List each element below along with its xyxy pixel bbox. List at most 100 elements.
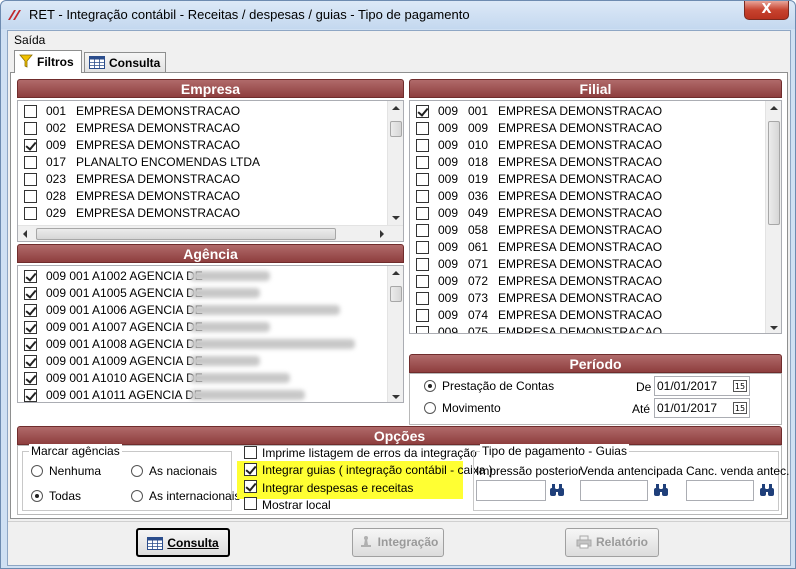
empresa-checkbox[interactable] (24, 173, 37, 186)
empresa-name: EMPRESA DEMONSTRACAO (76, 121, 241, 135)
filial-row[interactable]: 009 018 EMPRESA DEMONSTRACAO (410, 153, 781, 170)
chk-imprime[interactable] (244, 446, 257, 459)
chk-local-label: Mostrar local (262, 498, 331, 512)
agencia-checkbox[interactable] (24, 304, 37, 317)
chk-despesas[interactable] (244, 480, 257, 493)
filial-row[interactable]: 009 071 EMPRESA DEMONSTRACAO (410, 255, 781, 272)
binoculars-icon[interactable] (549, 483, 565, 497)
radio-todas[interactable] (31, 490, 43, 502)
close-button[interactable]: X (744, 1, 789, 20)
filter-icon (19, 54, 33, 68)
filial-emp: 009 (438, 223, 459, 237)
filial-row[interactable]: 009 072 EMPRESA DEMONSTRACAO (410, 272, 781, 289)
filial-row[interactable]: 009 019 EMPRESA DEMONSTRACAO (410, 170, 781, 187)
filial-row[interactable]: 009 058 EMPRESA DEMONSTRACAO (410, 221, 781, 238)
agencia-row[interactable]: 009 001 A1002 AGENCIA DE (18, 267, 403, 284)
empresa-code: 002 (46, 121, 67, 135)
agencia-vscroll[interactable] (387, 266, 403, 402)
empresa-checkbox[interactable] (24, 207, 37, 220)
tab-consulta[interactable]: Consulta (84, 52, 166, 73)
agencia-checkbox[interactable] (24, 372, 37, 385)
integracao-button[interactable]: Integração (352, 528, 444, 557)
radio-internacionais[interactable] (131, 490, 143, 502)
empresa-checkbox[interactable] (24, 190, 37, 203)
filial-vscroll[interactable] (765, 101, 781, 333)
agencia-row[interactable]: 009 001 A1011 AGENCIA DE (18, 386, 403, 402)
filial-row[interactable]: 009 074 EMPRESA DEMONSTRACAO (410, 306, 781, 323)
empresa-row[interactable]: 017 PLANALTO ENCOMENDAS LTDA (18, 153, 403, 170)
consulta-button[interactable]: Consulta (136, 528, 230, 557)
binoculars-icon[interactable] (759, 483, 775, 497)
redacted-text (190, 390, 305, 400)
empresa-vscroll[interactable] (387, 101, 403, 225)
filial-checkbox[interactable] (416, 190, 429, 203)
chk-imprime-label: Imprime listagem de erros da integração (262, 446, 477, 460)
calendar-de-icon[interactable]: 15 (733, 380, 747, 392)
filial-row[interactable]: 009 061 EMPRESA DEMONSTRACAO (410, 238, 781, 255)
agencia-checkbox[interactable] (24, 287, 37, 300)
date-ate-input[interactable]: 01/01/2017 15 (654, 398, 750, 418)
filial-checkbox[interactable] (416, 105, 429, 118)
filial-row[interactable]: 009 001 EMPRESA DEMONSTRACAO (410, 102, 781, 119)
impressao-label: Impressão posterior (476, 464, 583, 478)
filial-checkbox[interactable] (416, 139, 429, 152)
filial-checkbox[interactable] (416, 258, 429, 271)
impressao-input[interactable] (476, 480, 546, 501)
radio-nenhuma[interactable] (31, 465, 43, 477)
date-de-input[interactable]: 01/01/2017 15 (654, 376, 750, 396)
empresa-hscroll[interactable] (18, 225, 403, 241)
filial-row[interactable]: 009 075 EMPRESA DEMONSTRACAO (410, 323, 781, 333)
agencia-row[interactable]: 009 001 A1005 AGENCIA DE (18, 284, 403, 301)
empresa-row[interactable]: 028 EMPRESA DEMONSTRACAO (18, 187, 403, 204)
empresa-row[interactable]: 009 EMPRESA DEMONSTRACAO (18, 136, 403, 153)
agencia-row[interactable]: 009 001 A1007 AGENCIA DE (18, 318, 403, 335)
filial-row[interactable]: 009 010 EMPRESA DEMONSTRACAO (410, 136, 781, 153)
empresa-checkbox[interactable] (24, 122, 37, 135)
agencia-checkbox[interactable] (24, 338, 37, 351)
agencia-row[interactable]: 009 001 A1010 AGENCIA DE (18, 369, 403, 386)
empresa-checkbox[interactable] (24, 156, 37, 169)
empresa-row[interactable]: 001 EMPRESA DEMONSTRACAO (18, 102, 403, 119)
radio-prestacao[interactable] (424, 380, 436, 392)
radio-movimento[interactable] (424, 402, 436, 414)
agencia-row[interactable]: 009 001 A1006 AGENCIA DE (18, 301, 403, 318)
agencia-row[interactable]: 009 001 A1008 AGENCIA DE (18, 335, 403, 352)
filial-row[interactable]: 009 036 EMPRESA DEMONSTRACAO (410, 187, 781, 204)
empresa-row[interactable]: 023 EMPRESA DEMONSTRACAO (18, 170, 403, 187)
empresa-row[interactable]: 002 EMPRESA DEMONSTRACAO (18, 119, 403, 136)
agencia-row[interactable]: 009 001 A1009 AGENCIA DE (18, 352, 403, 369)
agencia-checkbox[interactable] (24, 389, 37, 402)
tab-filtros[interactable]: Filtros (14, 50, 82, 73)
empresa-checkbox[interactable] (24, 139, 37, 152)
integracao-button-label: Integração (377, 535, 439, 549)
filial-checkbox[interactable] (416, 275, 429, 288)
filial-code: 010 (468, 138, 489, 152)
agencia-checkbox[interactable] (24, 270, 37, 283)
filial-checkbox[interactable] (416, 292, 429, 305)
binoculars-icon[interactable] (653, 483, 669, 497)
printer-icon (576, 535, 592, 549)
venda-input[interactable] (580, 480, 648, 501)
agencia-checkbox[interactable] (24, 355, 37, 368)
filial-checkbox[interactable] (416, 173, 429, 186)
filial-row[interactable]: 009 049 EMPRESA DEMONSTRACAO (410, 204, 781, 221)
filial-row[interactable]: 009 009 EMPRESA DEMONSTRACAO (410, 119, 781, 136)
filial-checkbox[interactable] (416, 207, 429, 220)
filial-row[interactable]: 009 073 EMPRESA DEMONSTRACAO (410, 289, 781, 306)
calendar-ate-icon[interactable]: 15 (733, 402, 747, 414)
filial-checkbox[interactable] (416, 309, 429, 322)
menu-saida[interactable]: Saída (14, 33, 45, 47)
empresa-row[interactable]: 029 EMPRESA DEMONSTRACAO (18, 204, 403, 221)
filial-checkbox[interactable] (416, 224, 429, 237)
relatorio-button[interactable]: Relatório (565, 528, 659, 557)
radio-nacionais[interactable] (131, 465, 143, 477)
chk-guias[interactable] (244, 463, 257, 476)
canc-input[interactable] (686, 480, 754, 501)
chk-local[interactable] (244, 497, 257, 510)
filial-checkbox[interactable] (416, 122, 429, 135)
filial-checkbox[interactable] (416, 241, 429, 254)
filial-checkbox[interactable] (416, 156, 429, 169)
filial-checkbox[interactable] (416, 326, 429, 333)
agencia-checkbox[interactable] (24, 321, 37, 334)
empresa-checkbox[interactable] (24, 105, 37, 118)
